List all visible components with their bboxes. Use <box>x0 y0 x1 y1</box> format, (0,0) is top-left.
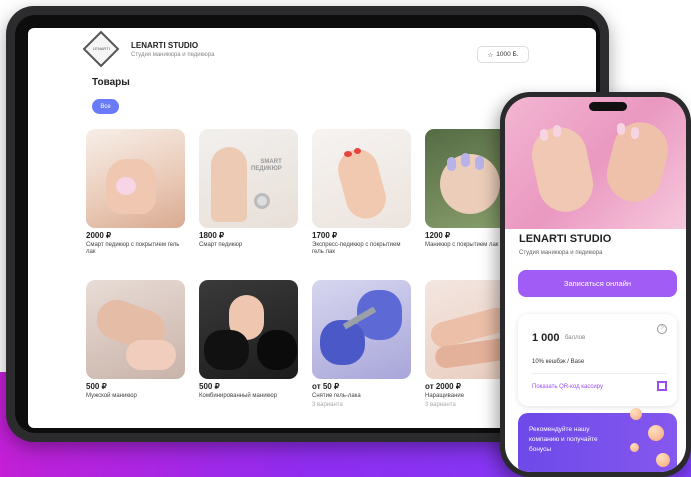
product-price: 2000 ₽ <box>86 231 112 240</box>
star-icon: ☆ <box>487 51 494 59</box>
product-image <box>86 129 185 228</box>
divider <box>532 373 667 374</box>
product-image <box>312 129 411 228</box>
info-icon[interactable]: ? <box>657 324 667 334</box>
decor-ball <box>630 443 639 452</box>
product-card[interactable]: от 50 ₽ Снятие гель-лака 3 варианта <box>312 280 411 408</box>
book-online-button[interactable]: Записаться онлайн <box>518 270 677 297</box>
phone-studio-title: LENARTI STUDIO <box>519 233 612 245</box>
brand-name: LENARTI STUDIO <box>131 41 199 50</box>
product-price: 500 ₽ <box>86 382 107 391</box>
product-card[interactable]: SMART ПЕДИКЮР 1800 ₽ Смарт педикюр <box>199 129 298 249</box>
phone-device: LENARTI STUDIO Студия маникюра и педикюр… <box>500 92 691 477</box>
product-image <box>86 280 185 379</box>
referral-text: Рекомендуйте нашу компанию и получайте б… <box>529 426 598 454</box>
shop-header: LENARTI LENARTI STUDIO Студия маникюра и… <box>28 28 596 84</box>
product-card[interactable]: 2000 ₽ Смарт педикюр с покрытием гель ла… <box>86 129 185 256</box>
product-image: SMART ПЕДИКЮР <box>199 129 298 228</box>
points-value: 1000 Б. <box>496 51 519 58</box>
referral-banner[interactable]: Рекомендуйте нашу компанию и получайте б… <box>518 408 677 472</box>
decor-ball <box>648 425 664 441</box>
product-name: Смарт педикюр с покрытием гель лак <box>86 242 180 256</box>
product-name: Комбинированный маникюр <box>199 393 278 399</box>
product-name: Мужской маникюр <box>86 393 137 399</box>
phone-screen: LENARTI STUDIO Студия маникюра и педикюр… <box>505 97 686 472</box>
bonus-balance: 1 000 <box>532 332 560 344</box>
studio-logo: LENARTI <box>82 30 120 68</box>
bonus-unit: баллов <box>565 335 586 341</box>
product-price: 1700 ₽ <box>312 231 338 240</box>
product-name: Снятие гель-лака <box>312 393 361 399</box>
product-image <box>199 280 298 379</box>
product-card[interactable]: 1700 ₽ Экспресс-педикюр с покрытием гель… <box>312 129 411 256</box>
product-variants: 3 варианта <box>312 402 343 409</box>
product-name: Смарт педикюр <box>199 242 243 248</box>
decor-ball <box>656 453 670 467</box>
points-badge[interactable]: ☆ 1000 Б. <box>477 46 529 63</box>
section-title: Товары <box>92 77 130 88</box>
product-price: 1800 ₽ <box>199 231 225 240</box>
product-price: от 50 ₽ <box>312 382 340 391</box>
phone-hero-image <box>505 97 686 229</box>
filter-chip-all[interactable]: Все <box>92 99 119 114</box>
brand-subtitle: Студия маникюра и педикюра <box>131 52 215 58</box>
product-image <box>312 280 411 379</box>
product-card[interactable]: 500 ₽ Комбинированный маникюр <box>199 280 298 400</box>
product-price: 500 ₽ <box>199 382 220 391</box>
product-name: Экспресс-педикюр с покрытием гель лак <box>312 242 401 256</box>
bonus-card: 1 000 баллов ? 10% кешбэк / Base Показат… <box>518 314 677 406</box>
show-qr-link[interactable]: Показать QR-код кассиру <box>532 384 603 390</box>
decor-ball <box>630 408 642 420</box>
product-card[interactable]: 500 ₽ Мужской маникюр <box>86 280 185 400</box>
product-overlay-text: SMART ПЕДИКЮР <box>251 159 282 173</box>
cashback-level: 10% кешбэк / Base <box>532 359 585 365</box>
phone-notch <box>589 102 627 111</box>
phone-studio-subtitle: Студия маникюра и педикюра <box>519 250 603 256</box>
qr-code-icon[interactable] <box>657 381 667 391</box>
